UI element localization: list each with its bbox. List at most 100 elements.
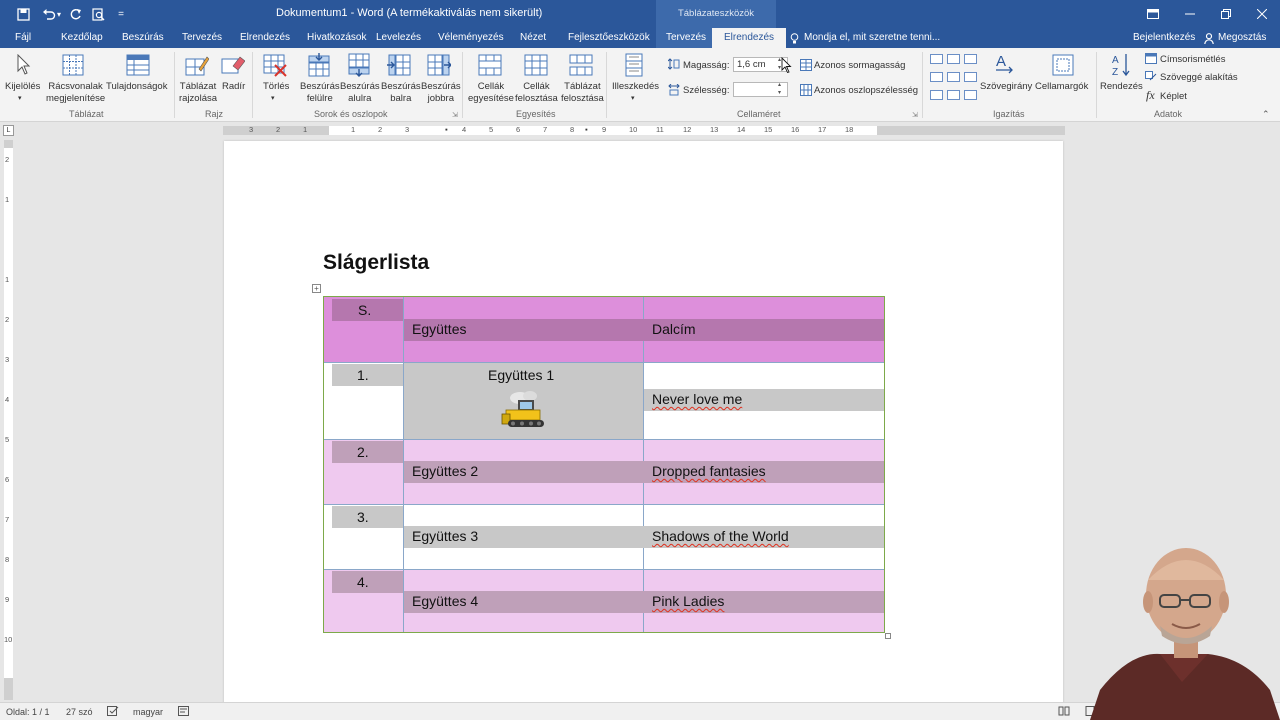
tab-home[interactable]: Kezdőlap [61,28,103,48]
sort-button[interactable]: Rendezés [1100,81,1143,93]
autofit-dropdown-icon[interactable]: ▾ [631,93,635,105]
split-table-icon[interactable] [567,52,595,78]
table-cell-band[interactable]: Együttes 1 [404,363,644,440]
repeat-header-icon[interactable] [1145,53,1157,64]
tab-table-design[interactable]: Tervezés [656,28,717,48]
convert-to-text-button[interactable]: Szöveggé alakítás [1160,72,1238,83]
tab-table-layout[interactable]: Elrendezés [712,28,787,48]
draw-table-icon[interactable] [184,52,210,78]
insert-left-icon[interactable] [385,52,413,78]
properties-icon[interactable] [125,52,151,78]
bulldozer-image[interactable] [500,390,548,432]
cell-margins-icon[interactable] [1050,52,1076,78]
tab-developer[interactable]: Fejlesztőeszközök [568,28,650,48]
delete-button[interactable]: Törlés [263,81,289,93]
autofit-icon[interactable] [620,52,648,78]
tab-references[interactable]: Hivatkozások [307,28,366,48]
align-middle-center-icon[interactable] [947,72,960,82]
align-bottom-right-icon[interactable] [964,90,977,100]
split-cells-button[interactable]: Cellák felosztása [515,81,558,105]
table-cell-song[interactable]: Pink Ladies [644,570,884,632]
split-table-button[interactable]: Táblázat felosztása [561,81,604,105]
eraser-icon[interactable] [220,52,246,78]
sort-icon[interactable]: AZ [1108,51,1134,79]
page-count[interactable]: Oldal: 1 / 1 [6,707,50,717]
gridlines-icon[interactable] [61,52,85,78]
table-cell-song[interactable]: Dropped fantasies [644,440,884,505]
close-icon[interactable] [1244,0,1280,28]
text-direction-button[interactable]: Szövegirány [980,81,1032,93]
align-top-right-icon[interactable] [964,54,977,64]
insert-right-button[interactable]: Beszúrás jobbra [421,81,461,105]
tab-insert[interactable]: Beszúrás [122,28,164,48]
tab-selector-icon[interactable]: L [3,125,14,136]
insert-below-button[interactable]: Beszúrás alulra [340,81,380,105]
signin-link[interactable]: Bejelentkezés [1133,28,1195,48]
insert-left-button[interactable]: Beszúrás balra [381,81,421,105]
table-cell-song[interactable]: Never love me [644,363,884,440]
distribute-rows-icon[interactable] [799,58,812,71]
delete-dropdown-icon[interactable]: ▾ [271,93,275,105]
table-cell-band[interactable]: Együttes 3 [404,505,644,570]
tab-review[interactable]: Véleményezés [438,28,504,48]
column-marker[interactable]: ▪ [445,125,448,134]
table-cell-number[interactable]: 3. [324,505,404,570]
dialog-launcher-icon[interactable]: ⇲ [452,110,458,122]
word-count[interactable]: 27 szó [66,707,93,717]
width-spin-up-icon[interactable]: ▴ [778,81,781,88]
vertical-ruler[interactable]: 2 1 1 2 3 4 5 6 7 8 9 10 [4,140,13,700]
language-indicator[interactable]: magyar [133,707,163,717]
repeat-header-button[interactable]: Címsorismétlés [1160,54,1225,65]
align-middle-right-icon[interactable] [964,72,977,82]
tab-view[interactable]: Nézet [520,28,546,48]
eraser-button[interactable]: Radír [222,81,245,93]
select-dropdown-icon[interactable]: ▾ [18,93,22,105]
distribute-rows-button[interactable]: Azonos sormagasság [814,60,905,71]
table-cell-band[interactable]: Együttes 2 [404,440,644,505]
table-header-cell[interactable]: Együttes [404,297,644,363]
tab-layout[interactable]: Elrendezés [240,28,290,48]
align-middle-left-icon[interactable] [930,72,943,82]
cellsize-launcher-icon[interactable]: ⇲ [912,110,918,122]
customize-qa-icon[interactable]: = [110,0,132,28]
redo-icon[interactable] [64,0,86,28]
text-direction-icon[interactable]: A [993,51,1017,77]
table-header-cell[interactable]: Dalcím [644,297,884,363]
horizontal-ruler[interactable]: 3 2 1 1 2 3 ▪ 4 5 6 7 8 ▪ 9 10 11 12 13 … [223,125,1065,135]
document-heading[interactable]: Slágerlista [323,251,429,275]
align-bottom-left-icon[interactable] [930,90,943,100]
read-mode-icon[interactable] [1058,706,1070,718]
share-button[interactable]: Megosztás [1204,28,1266,48]
tab-design[interactable]: Tervezés [182,28,222,48]
select-button[interactable]: Kijelölés [5,81,40,93]
merge-cells-icon[interactable] [476,52,504,78]
collapse-ribbon-icon[interactable]: ⌃ [1262,108,1270,120]
insert-right-icon[interactable] [425,52,453,78]
tell-me-box[interactable]: Mondja el, mit szeretne tenni... [790,28,940,48]
formula-icon[interactable]: fx [1146,88,1155,103]
table-cell-song[interactable]: Shadows of the World [644,505,884,570]
gridlines-button[interactable]: Rácsvonalak megjelenítése [46,81,105,105]
select-arrow-icon[interactable] [12,52,34,78]
formula-button[interactable]: Képlet [1160,91,1187,102]
distribute-cols-icon[interactable] [799,83,812,96]
table-header-cell[interactable]: S. [324,297,404,363]
column-marker[interactable]: ▪ [585,125,588,134]
align-top-left-icon[interactable] [930,54,943,64]
split-cells-icon[interactable] [522,52,550,78]
convert-to-text-icon[interactable] [1145,71,1157,82]
delete-table-icon[interactable] [261,52,289,78]
document-page[interactable]: Slágerlista + S. Együttes Dalcím 1. Együ… [224,141,1063,711]
undo-dropdown-icon[interactable]: ▾ [54,0,64,28]
align-top-center-icon[interactable] [947,54,960,64]
table-cell-number[interactable]: 2. [324,440,404,505]
save-icon[interactable] [12,0,34,28]
insert-above-button[interactable]: Beszúrás felülre [300,81,340,105]
properties-button[interactable]: Tulajdonságok [106,81,167,93]
merge-cells-button[interactable]: Cellák egyesítése [468,81,514,105]
draw-table-button[interactable]: Táblázat rajzolása [179,81,217,105]
table-resize-handle[interactable] [885,633,891,639]
chart-table[interactable]: S. Együttes Dalcím 1. Együttes 1 Never l… [323,296,885,633]
insert-below-icon[interactable] [345,52,373,78]
align-bottom-center-icon[interactable] [947,90,960,100]
